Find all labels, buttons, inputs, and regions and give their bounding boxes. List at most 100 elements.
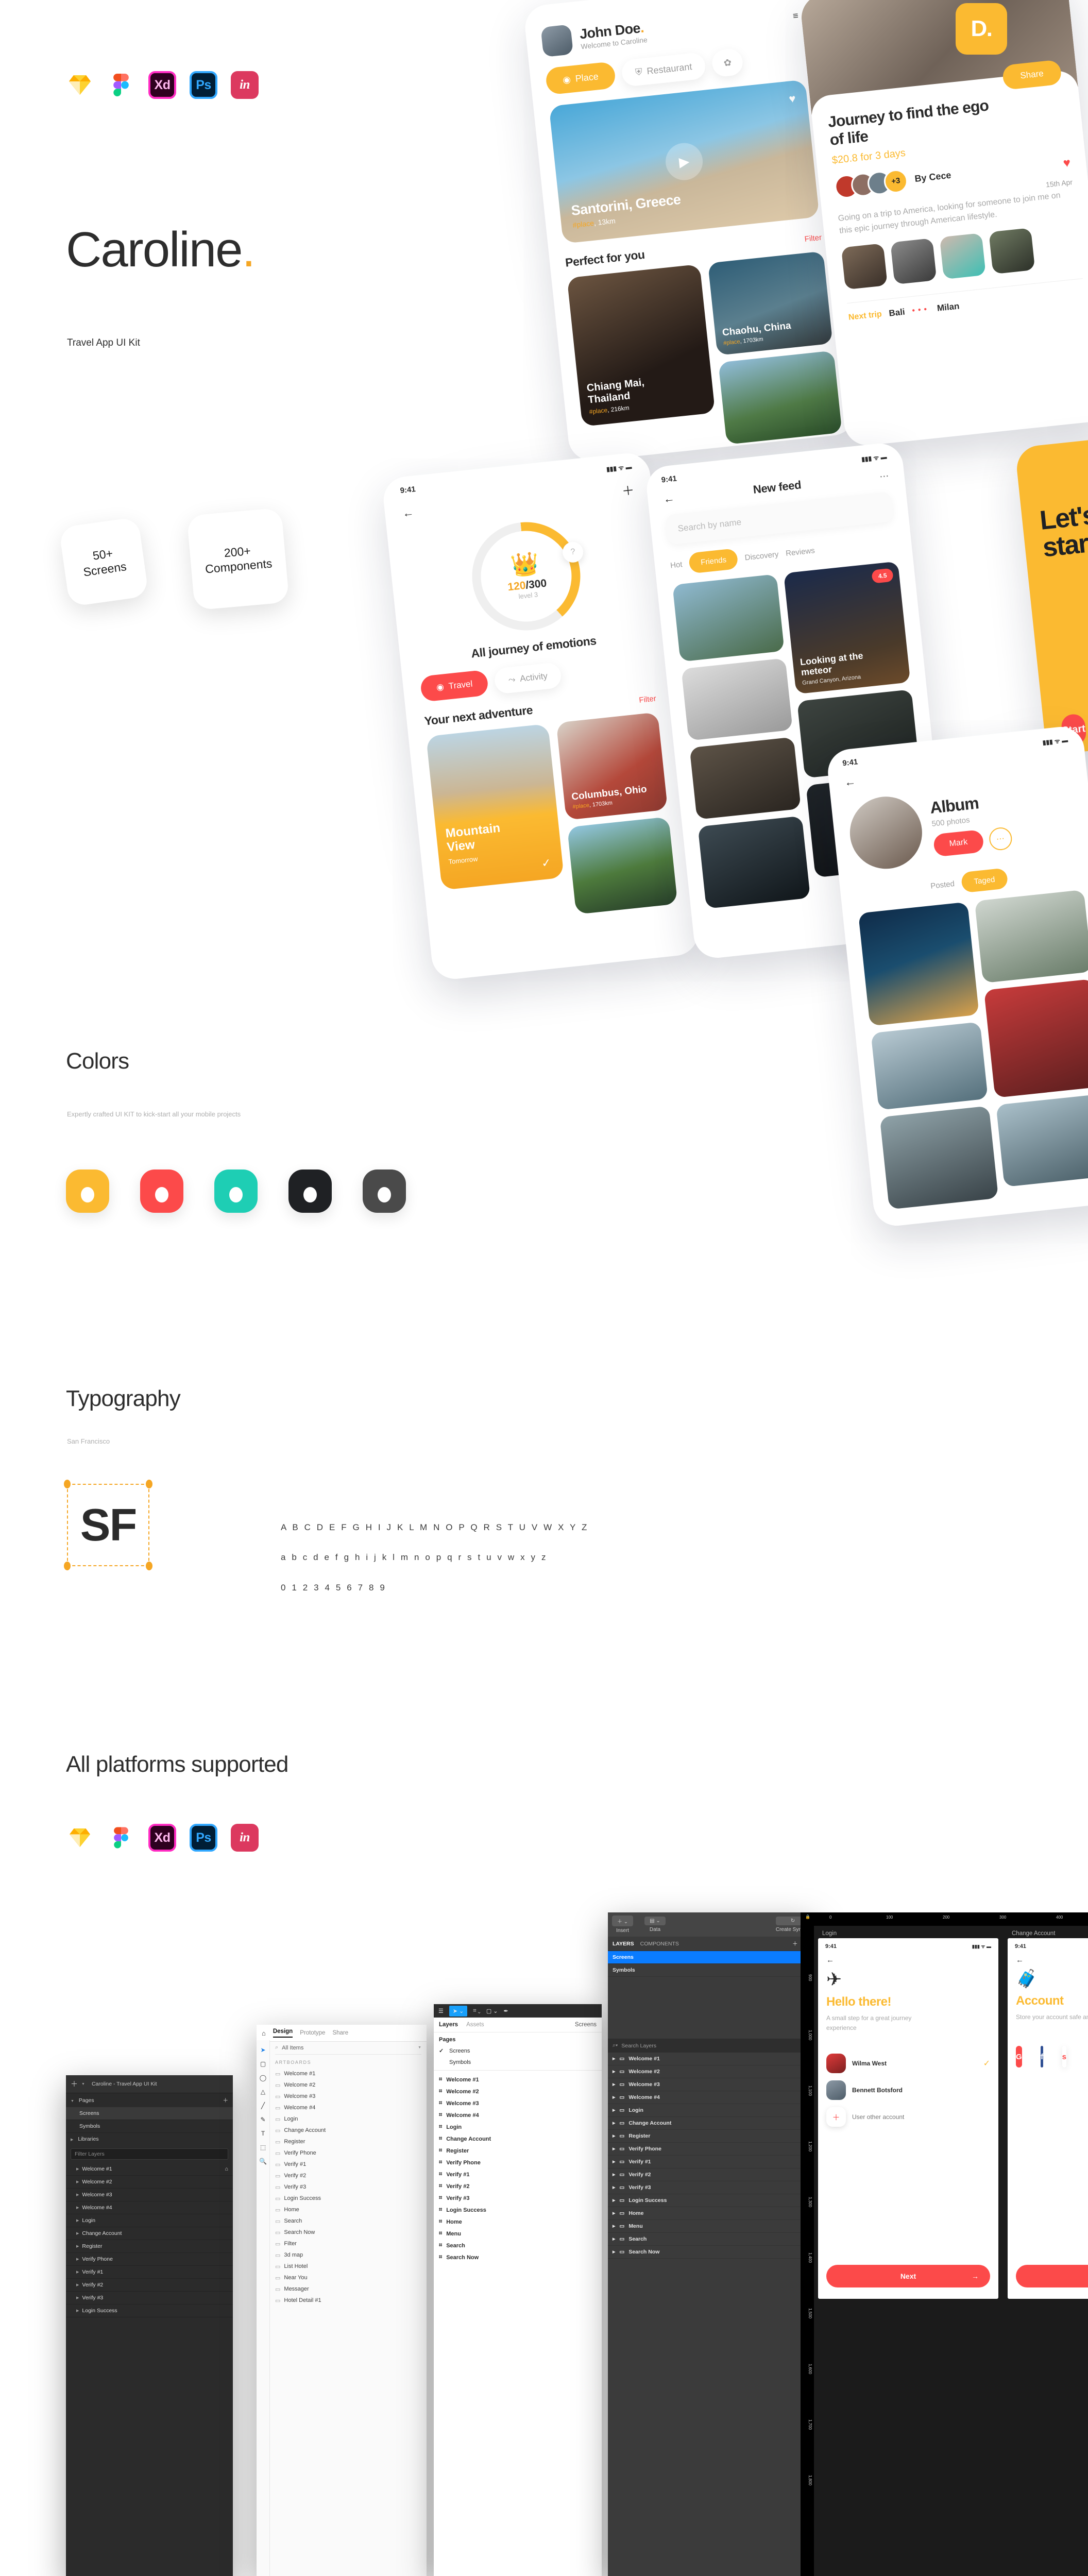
artboard-item[interactable]: ▭ Login Success [275, 2193, 421, 2204]
frame-item[interactable]: ⌗ Verify #2 [434, 2180, 602, 2192]
chevron-right-icon[interactable]: ▶ [76, 2296, 79, 2300]
artboard-item[interactable]: ▭ Welcome #1 [275, 2068, 421, 2079]
mark-button[interactable]: Mark [932, 829, 984, 857]
chevron-right-icon[interactable]: ▶ [76, 2270, 79, 2274]
chevron-right-icon[interactable]: ▶ [613, 2108, 615, 2112]
xd-search-input[interactable]: All Items [282, 2045, 303, 2051]
feed-card-meteor[interactable]: 4.5 Looking at the meteor Grand Canyon, … [783, 561, 911, 694]
artboard-change-account[interactable]: 9:41 ▮▮▮ ᯤ ▬ ← 🧳 Account Store your acco… [1008, 1938, 1088, 2299]
back-arrow-icon[interactable]: ← [844, 775, 856, 789]
tab-hot[interactable]: Hot [670, 560, 683, 570]
journey-thumb[interactable] [939, 232, 986, 279]
add-account-label[interactable]: User other account [852, 2113, 904, 2121]
artboard-login[interactable]: 9:41 ▮▮▮ ᯤ ▬ ← ✈ Hello there! A small st… [818, 1938, 998, 2299]
destination-card[interactable]: Chaohu, China #place, 1703km [707, 251, 833, 355]
feed-thumb[interactable] [698, 816, 810, 909]
artboard-item[interactable]: ▭ Home [275, 2204, 421, 2215]
menu-icon[interactable]: ☰ [438, 2008, 444, 2014]
layer-item[interactable]: ▶ Register [66, 2240, 233, 2253]
filter-link[interactable]: Filter [804, 233, 822, 244]
chevron-right-icon[interactable]: ▶ [613, 2070, 615, 2074]
layer-item[interactable]: ▶ Verify #3 [66, 2292, 233, 2304]
libraries-section-header[interactable]: ▶ Libraries [66, 2133, 233, 2145]
artboard-item[interactable]: ▭ Messager [275, 2283, 421, 2295]
layer-item[interactable]: ▶ ▭ Verify #2 [608, 2168, 814, 2181]
artboard-item[interactable]: ▭ Near You [275, 2272, 421, 2283]
chevron-right-icon[interactable]: ▶ [76, 2206, 79, 2210]
layer-item[interactable]: ▶ Change Account [66, 2227, 233, 2240]
artboard-item[interactable]: ▭ Welcome #2 [275, 2079, 421, 2091]
chevron-right-icon[interactable]: ▶ [76, 2218, 79, 2223]
chevron-right-icon[interactable]: ▶ [613, 2198, 615, 2202]
layer-item[interactable]: ▶ ▭ Menu [608, 2220, 814, 2233]
shape-tool-icon[interactable]: ▢ ⌄ [486, 2008, 498, 2014]
current-page-label[interactable]: Screens [575, 2022, 597, 2028]
adventure-card-mountain[interactable]: Mountain View Tomorrow ✓ [426, 723, 564, 890]
pointer-tool-icon[interactable]: ➤ [260, 2046, 265, 2054]
chevron-right-icon[interactable]: ▶ [76, 2167, 79, 2171]
plus-icon[interactable]: ＋ [792, 1940, 798, 1947]
album-thumb[interactable] [974, 889, 1088, 984]
chevron-right-icon[interactable]: ▶ [76, 2283, 79, 2287]
chevron-right-icon[interactable]: ▶ [76, 2193, 79, 2197]
chevron-down-icon[interactable]: ▼ [418, 2046, 421, 2049]
plus-icon[interactable]: ＋ [71, 2079, 78, 2089]
frame-item[interactable]: ⌗ Welcome #2 [434, 2086, 602, 2097]
hero-destination-card[interactable]: ▶ ♥ Santorini, Greece #place, 13km [549, 79, 820, 244]
rectangle-tool-icon[interactable]: ▢ [260, 2060, 266, 2067]
feed-thumb[interactable] [681, 658, 793, 741]
next-button[interactable]: Next → [826, 2265, 990, 2287]
layer-item[interactable]: ▶ Welcome #2 [66, 2176, 233, 2189]
page-item-screens[interactable]: Screens [66, 2107, 233, 2120]
line-tool-icon[interactable]: ╱ [261, 2102, 265, 2109]
page-item-screens[interactable]: Screens [608, 1951, 814, 1964]
back-arrow-icon[interactable]: ← [826, 1956, 834, 1964]
frame-item[interactable]: ⌗ Login [434, 2121, 602, 2133]
search-layers-input[interactable]: ⌕▾ Search Layers [608, 2039, 814, 2053]
back-arrow-icon[interactable]: ← [662, 492, 675, 506]
artboard-item[interactable]: ▭ Filter [275, 2238, 421, 2249]
chevron-right-icon[interactable]: ▶ [76, 2257, 79, 2261]
chevron-right-icon[interactable]: ▶ [613, 2121, 615, 2125]
add-page-icon[interactable]: ＋ [223, 2096, 229, 2104]
layer-item[interactable]: ▶ Login [66, 2214, 233, 2227]
artboard-item[interactable]: ▭ Change Account [275, 2125, 421, 2136]
tab-discovery[interactable]: Discovery [744, 550, 779, 562]
layer-item[interactable]: ▶ Login Success [66, 2304, 233, 2317]
color-swatch-red[interactable] [140, 1170, 183, 1213]
adventure-card[interactable] [567, 817, 678, 914]
filter-lines-icon[interactable]: ≡ [792, 10, 799, 21]
favorite-icon[interactable]: ♥ [1062, 156, 1071, 171]
tab-posted[interactable]: Posted [930, 879, 955, 890]
artboard-item[interactable]: ▭ Verify Phone [275, 2147, 421, 2159]
destination-card[interactable]: Chiang Mai, Thailand #place, 216km [567, 264, 716, 427]
layer-item[interactable]: ▶ ▭ Verify Phone [608, 2143, 814, 2156]
pages-section-header[interactable]: ▼ Pages ＋ [66, 2093, 233, 2107]
frame-item[interactable]: ⌗ Verify Phone [434, 2157, 602, 2168]
tab-assets[interactable]: Assets [466, 2022, 484, 2028]
add-account-icon[interactable]: ＋ [826, 2107, 846, 2127]
pen-tool-icon[interactable]: ✎ [260, 2116, 265, 2123]
ellipse-tool-icon[interactable]: ◯ [260, 2074, 266, 2081]
text-tool-icon[interactable]: T [261, 2130, 265, 2137]
feed-thumb[interactable] [672, 574, 785, 662]
artboard-tool-icon[interactable]: ⬚ [260, 2144, 266, 2151]
page-item-symbols[interactable]: Symbols [608, 1964, 814, 1977]
chevron-right-icon[interactable]: ▶ [613, 2224, 615, 2228]
frame-item[interactable]: ⌗ Register [434, 2145, 602, 2157]
chevron-right-icon[interactable]: ▶ [613, 2057, 615, 2061]
insert-icon[interactable]: ＋ ⌄ [612, 1916, 634, 1926]
frame-item[interactable]: ⌗ Search Now [434, 2251, 602, 2263]
tab-design[interactable]: Design [273, 2028, 293, 2038]
frame-item[interactable]: ⌗ Welcome #1 [434, 2074, 602, 2086]
journey-thumb[interactable] [890, 238, 937, 284]
album-thumb[interactable] [996, 1093, 1088, 1188]
favorite-icon[interactable]: ♥ [788, 92, 796, 106]
back-arrow-icon[interactable]: ← [1016, 1956, 1024, 1964]
google-signin-button[interactable]: G [1016, 2046, 1022, 2068]
frame-item[interactable]: ⌗ Home [434, 2216, 602, 2228]
layer-item[interactable]: ▶ Verify #2 [66, 2279, 233, 2292]
zoom-tool-icon[interactable]: 🔍 [259, 2158, 267, 2165]
figma-page-screens[interactable]: ✓ Screens [434, 2045, 602, 2057]
chevron-right-icon[interactable]: ▶ [613, 2147, 615, 2151]
